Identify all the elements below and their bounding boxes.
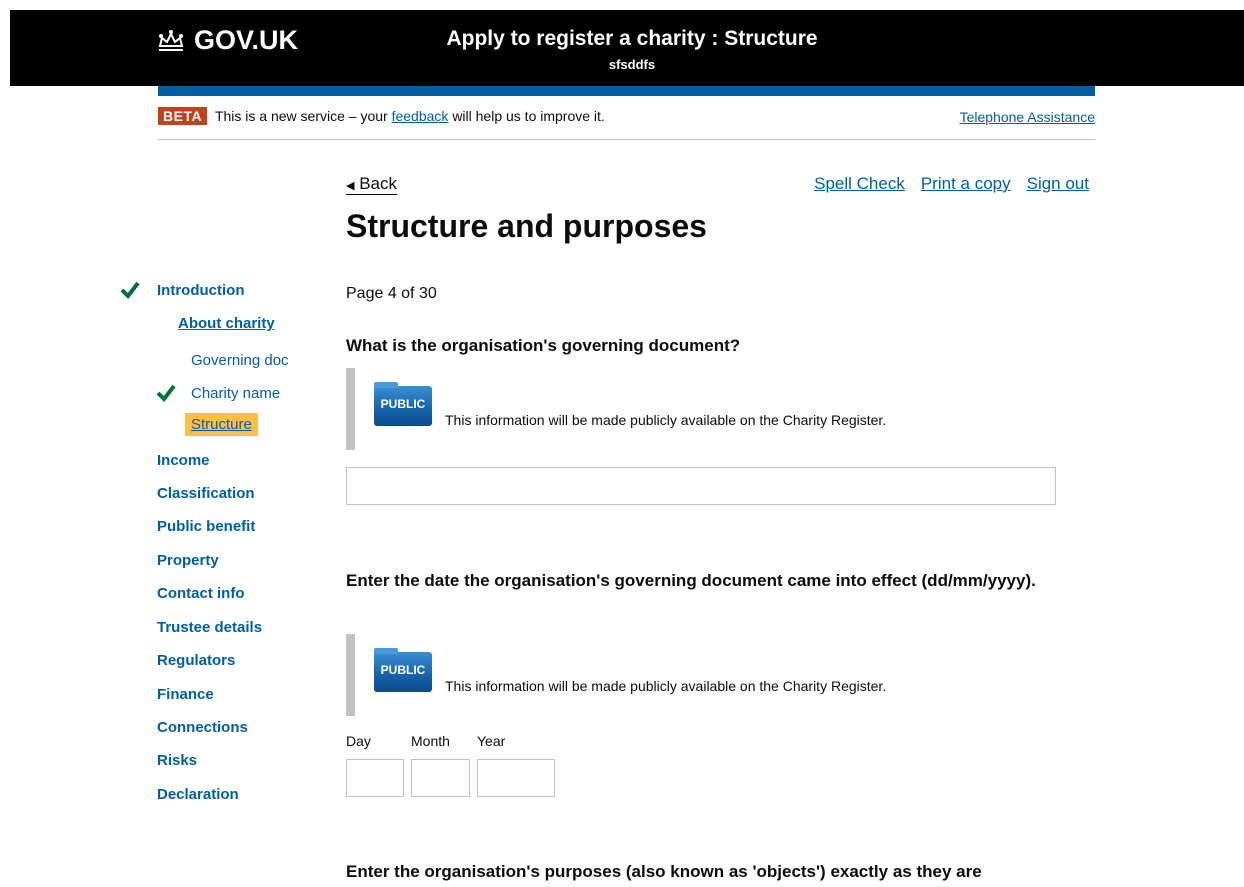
sidebar-item-connections[interactable]: Connections: [157, 719, 248, 736]
back-label: Back: [359, 174, 397, 193]
beta-text-after: will help us to improve it.: [452, 108, 605, 124]
sidebar-item-property[interactable]: Property: [157, 552, 219, 569]
sidebar-item-governing-doc[interactable]: Governing doc: [191, 352, 289, 369]
sidebar-item-income[interactable]: Income: [157, 452, 210, 469]
question-purposes-label: Enter the organisation's purposes (also …: [346, 862, 982, 881]
sign-out-link[interactable]: Sign out: [1027, 174, 1089, 194]
sidebar-item-regulators[interactable]: Regulators: [157, 652, 235, 669]
sidebar-item-finance[interactable]: Finance: [157, 686, 214, 703]
month-input[interactable]: [411, 759, 470, 797]
public-notice-text: This information will be made publicly a…: [445, 678, 887, 694]
sidebar-item-introduction[interactable]: Introduction: [157, 282, 244, 299]
service-title: Apply to register a charity : Structure: [446, 27, 818, 50]
govuk-header: GOV.UK Apply to register a charity : Str…: [10, 10, 1244, 86]
sidebar-item-classification[interactable]: Classification: [157, 485, 255, 502]
sidebar-item-charity-name[interactable]: Charity name: [191, 385, 280, 402]
checkmark-icon: [120, 281, 140, 299]
governing-document-input[interactable]: [346, 467, 1056, 505]
back-triangle-icon: ◀: [346, 180, 355, 192]
sidebar-item-risks[interactable]: Risks: [157, 752, 197, 769]
print-copy-link[interactable]: Print a copy: [921, 174, 1011, 194]
top-links: Spell Check Print a copy Sign out: [814, 174, 1089, 194]
public-folder-icon: PUBLIC: [374, 382, 432, 426]
year-input[interactable]: [477, 759, 555, 797]
public-badge-label: PUBLIC: [380, 663, 426, 677]
beta-tag: BETA: [158, 107, 208, 125]
checkmark-icon: [156, 384, 176, 402]
public-notice: PUBLIC This information will be made pub…: [346, 634, 1055, 716]
month-label: Month: [411, 733, 450, 749]
beta-banner: BETA This is a new service – your feedba…: [158, 107, 1095, 140]
sidebar-item-contact-info[interactable]: Contact info: [157, 585, 245, 602]
page-counter: Page 4 of 30: [346, 285, 437, 302]
public-notice: PUBLIC This information will be made pub…: [346, 368, 1055, 450]
question-governing-date-label: Enter the date the organisation's govern…: [346, 571, 1036, 590]
sidebar-item-declaration[interactable]: Declaration: [157, 786, 239, 803]
sidebar-item-about-charity[interactable]: About charity: [178, 315, 275, 332]
question-governing-document-label: What is the organisation's governing doc…: [346, 336, 741, 355]
service-subtitle: sfsddfs: [608, 57, 656, 72]
telephone-assistance-link[interactable]: Telephone Assistance: [960, 109, 1095, 125]
logo-text: GOV.UK: [194, 25, 299, 55]
sidebar-item-structure[interactable]: Structure: [185, 413, 258, 436]
public-badge-label: PUBLIC: [380, 397, 426, 411]
day-label: Day: [346, 733, 371, 749]
public-notice-text: This information will be made publicly a…: [445, 412, 887, 428]
sidebar-item-trustee-details[interactable]: Trustee details: [157, 619, 262, 636]
spell-check-link[interactable]: Spell Check: [814, 174, 905, 194]
year-label: Year: [477, 733, 506, 749]
day-input[interactable]: [346, 759, 404, 797]
beta-text-before: This is a new service – your: [214, 108, 388, 124]
header-blue-bar: [158, 86, 1095, 96]
feedback-link[interactable]: feedback: [392, 108, 449, 124]
sidebar-item-public-benefit[interactable]: Public benefit: [157, 518, 255, 535]
govuk-logo[interactable]: GOV.UK: [156, 25, 298, 56]
back-link[interactable]: ◀ Back: [346, 174, 397, 195]
page-title: Structure and purposes: [346, 208, 707, 244]
public-folder-icon: PUBLIC: [374, 648, 432, 692]
crown-icon: [158, 29, 184, 51]
